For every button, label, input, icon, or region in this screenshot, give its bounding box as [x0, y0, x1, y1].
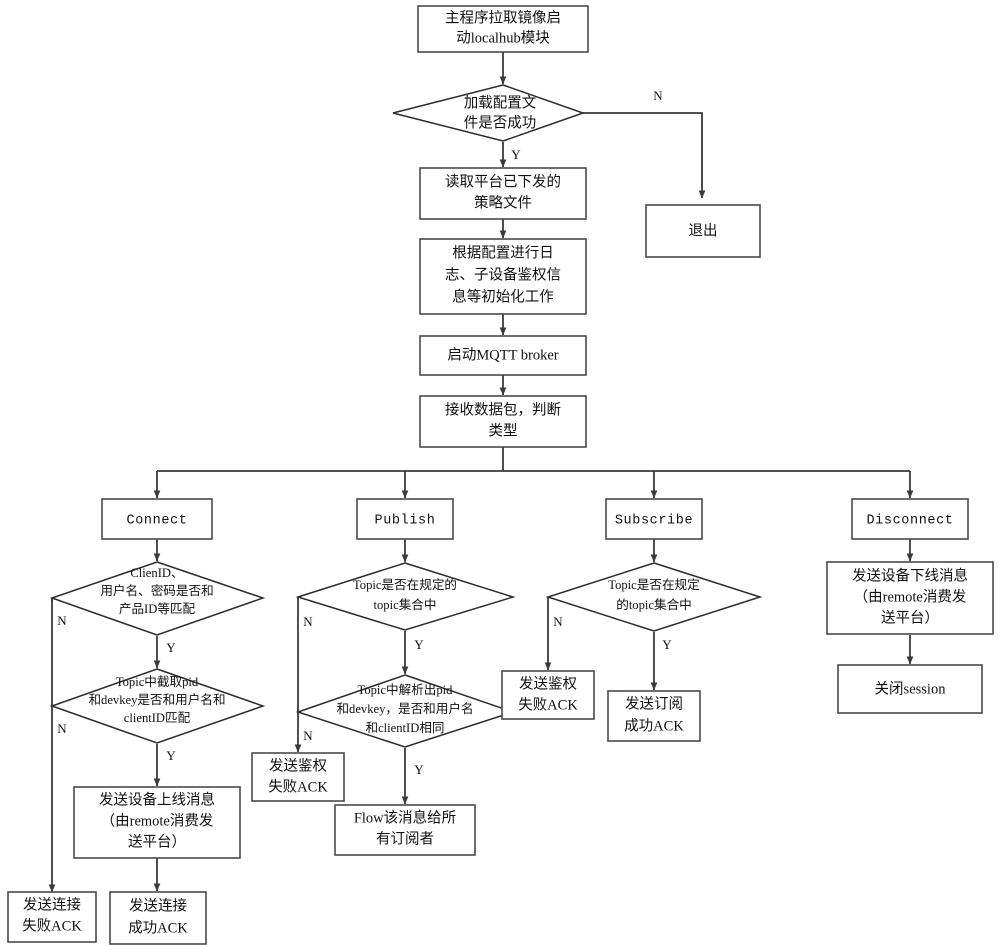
node-pub-flow-line1: Flow该消息给所 — [354, 809, 456, 826]
edge-label-pub-d1-y: Y — [414, 637, 424, 652]
edge-label-conn-d2-y: Y — [166, 748, 176, 763]
node-read-policy-line2: 策略文件 — [474, 194, 532, 211]
node-connect-label: Connect — [127, 514, 188, 529]
node-publish-pid-decision[interactable]: Topic中解析出pid 和devkey，是否和用户名 和clientID相同 — [295, 674, 516, 748]
node-recv-packet-line2: 类型 — [489, 422, 518, 439]
node-disc-offline-line1: 发送设备下线消息 — [852, 567, 968, 584]
edge-label-sub-d1-y: Y — [662, 637, 672, 652]
node-send-connect-fail-ack[interactable]: 发送连接 失败ACK — [7, 891, 97, 943]
node-conn-fail-line2: 失败ACK — [22, 917, 82, 934]
node-pub-d2-line2: 和devkey，是否和用户名 — [336, 701, 473, 716]
node-pub-d2-line1: Topic中解析出pid — [358, 683, 454, 697]
node-read-policy[interactable]: 读取平台已下发的 策略文件 — [419, 167, 587, 220]
node-send-connect-success-ack[interactable]: 发送连接 成功ACK — [109, 891, 207, 945]
node-pub-d1-line1: Topic是否在规定的 — [353, 577, 457, 592]
node-connect[interactable]: Connect — [101, 498, 213, 540]
node-start-line2: 动localhub模块 — [456, 29, 550, 46]
node-start-broker-label: 启动MQTT broker — [447, 346, 558, 363]
node-pub-flow-line2: 有订阅者 — [376, 830, 434, 847]
node-init-work-line3: 息等初始化工作 — [452, 287, 554, 305]
flowchart-canvas: 主程序拉取镜像启 动localhub模块 加载配置文 件是否成功 N Y 退出 … — [0, 0, 1000, 945]
node-subscribe[interactable]: Subscribe — [605, 498, 703, 540]
node-start-broker[interactable]: 启动MQTT broker — [419, 335, 587, 376]
node-pub-d1-line2: topic集合中 — [374, 597, 437, 612]
node-conn-d1-line3: 产品ID等匹配 — [119, 601, 196, 616]
node-sub-ok-line1: 发送订阅 — [625, 695, 683, 712]
node-start-line1: 主程序拉取镜像启 — [445, 8, 561, 26]
node-sub-auth-fail-line2: 失败ACK — [518, 696, 578, 713]
node-conn-fail-line1: 发送连接 — [23, 896, 81, 913]
node-send-device-online-message[interactable]: 发送设备上线消息 （由remote消费发 送平台） — [73, 786, 241, 859]
node-publish[interactable]: Publish — [356, 498, 454, 540]
node-pub-auth-fail-line1: 发送鉴权 — [269, 757, 327, 774]
node-conn-d1-line2: 用户名、密码是否和 — [100, 583, 213, 598]
edge-label-pub-d2-n: N — [303, 728, 313, 743]
node-sub-auth-fail-line1: 发送鉴权 — [519, 675, 577, 692]
node-publish-label: Publish — [375, 514, 436, 529]
node-send-device-offline-message[interactable]: 发送设备下线消息 （由remote消费发 送平台） — [826, 561, 994, 635]
node-subscribe-success-ack[interactable]: 发送订阅 成功ACK — [607, 690, 701, 742]
node-init-work-line1: 根据配置进行日 — [452, 244, 554, 261]
node-recv-packet[interactable]: 接收数据包，判断 类型 — [419, 395, 587, 448]
edge-label-pub-d1-n: N — [303, 614, 313, 629]
node-conn-online-line1: 发送设备上线消息 — [99, 791, 215, 808]
node-recv-packet-line1: 接收数据包，判断 — [445, 401, 561, 418]
node-publish-topic-decision[interactable]: Topic是否在规定的 topic集合中 — [295, 562, 516, 631]
node-conn-d2-line1: Topic中截取pid — [116, 675, 199, 689]
node-conn-ok-line2: 成功ACK — [128, 919, 188, 936]
node-start[interactable]: 主程序拉取镜像启 动localhub模块 — [417, 5, 589, 53]
node-connect-topic-decision[interactable]: Topic中截取pid 和devkey是否和用户名和 clientID匹配 — [49, 668, 266, 744]
edge-label-load-config-y: Y — [511, 147, 521, 162]
node-disc-close-label: 关闭session — [875, 680, 947, 697]
node-conn-d2-line2: 和devkey是否和用户名和 — [88, 692, 225, 707]
node-load-config-decision[interactable]: 加载配置文 件是否成功 — [392, 84, 586, 142]
edge-label-conn-d2-n: N — [57, 721, 67, 736]
node-init-work-line2: 志、子设备鉴权信 — [445, 266, 561, 283]
node-load-config-line2: 件是否成功 — [464, 114, 537, 131]
node-disc-offline-line3: 送平台） — [881, 609, 939, 626]
node-disconnect-label: Disconnect — [866, 514, 953, 529]
node-connect-credentials-decision[interactable]: ClienID、 用户名、密码是否和 产品ID等匹配 — [49, 561, 266, 636]
node-disconnect[interactable]: Disconnect — [851, 498, 969, 540]
edge-label-conn-d1-n: N — [57, 613, 67, 628]
node-subscribe-topic-decision[interactable]: Topic是否在规定 的topic集合中 — [545, 562, 763, 632]
edge-load-config-n-to-exit — [583, 112, 706, 199]
node-subscribe-auth-fail-ack[interactable]: 发送鉴权 失败ACK — [501, 670, 595, 720]
node-disc-offline-line2: （由remote消费发 — [854, 588, 967, 605]
node-exit[interactable]: 退出 — [645, 204, 761, 258]
node-close-session[interactable]: 关闭session — [837, 664, 983, 714]
node-sub-d1-line2: 的topic集合中 — [616, 597, 692, 612]
node-sub-d1-line1: Topic是否在规定 — [608, 577, 700, 592]
edge-label-conn-d1-y: Y — [166, 640, 176, 655]
node-init-work[interactable]: 根据配置进行日 志、子设备鉴权信 息等初始化工作 — [419, 238, 587, 315]
edge-label-load-config-n: N — [653, 88, 663, 103]
node-conn-d2-line3: clientID匹配 — [124, 711, 191, 725]
node-subscribe-label: Subscribe — [615, 514, 693, 529]
node-load-config-line1: 加载配置文 — [464, 94, 537, 111]
edge-label-sub-d1-n: N — [553, 614, 563, 629]
node-publish-auth-fail-ack[interactable]: 发送鉴权 失败ACK — [251, 752, 345, 802]
node-exit-label: 退出 — [689, 222, 718, 239]
node-sub-ok-line2: 成功ACK — [624, 717, 684, 734]
node-flow-message-to-subscribers[interactable]: Flow该消息给所 有订阅者 — [334, 804, 476, 856]
flowchart-svg: 主程序拉取镜像启 动localhub模块 加载配置文 件是否成功 N Y 退出 … — [7, 5, 994, 945]
node-pub-d2-line3: 和clientID相同 — [365, 721, 444, 735]
node-conn-online-line2: （由remote消费发 — [101, 812, 214, 829]
node-conn-online-line3: 送平台） — [128, 833, 186, 850]
node-conn-d1-line1: ClienID、 — [130, 566, 183, 580]
node-pub-auth-fail-line2: 失败ACK — [268, 778, 328, 795]
edge-label-pub-d2-y: Y — [414, 762, 424, 777]
node-read-policy-line1: 读取平台已下发的 — [445, 173, 561, 190]
node-conn-ok-line1: 发送连接 — [129, 897, 187, 914]
